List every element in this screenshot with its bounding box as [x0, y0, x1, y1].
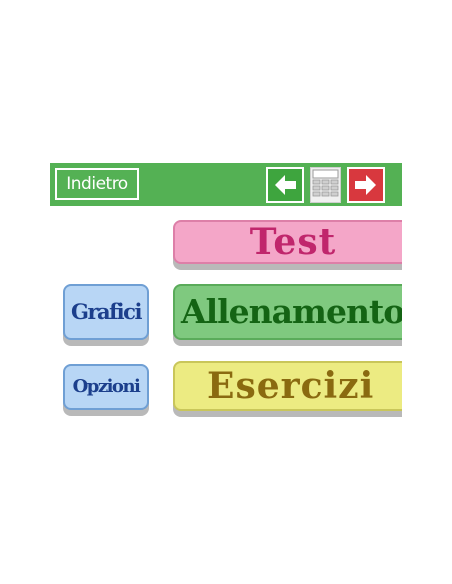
allenamento-button[interactable]: Allenamento — [173, 284, 402, 340]
esercizi-button[interactable]: Esercizi — [173, 361, 402, 411]
calculator-icon — [312, 169, 339, 197]
back-button[interactable]: Indietro — [55, 168, 139, 200]
previous-button[interactable] — [266, 167, 304, 203]
grafici-button[interactable]: Grafici — [63, 284, 149, 340]
arrow-right-icon — [355, 175, 376, 195]
app-screen: Indietro Test Grafici Allenamento Opzion… — [50, 163, 402, 421]
top-bar: Indietro — [50, 163, 402, 206]
arrow-left-icon — [275, 175, 296, 195]
next-button[interactable] — [347, 167, 385, 203]
opzioni-button[interactable]: Opzioni — [63, 364, 149, 410]
calculator-button[interactable] — [310, 167, 341, 203]
test-button[interactable]: Test — [173, 220, 402, 264]
